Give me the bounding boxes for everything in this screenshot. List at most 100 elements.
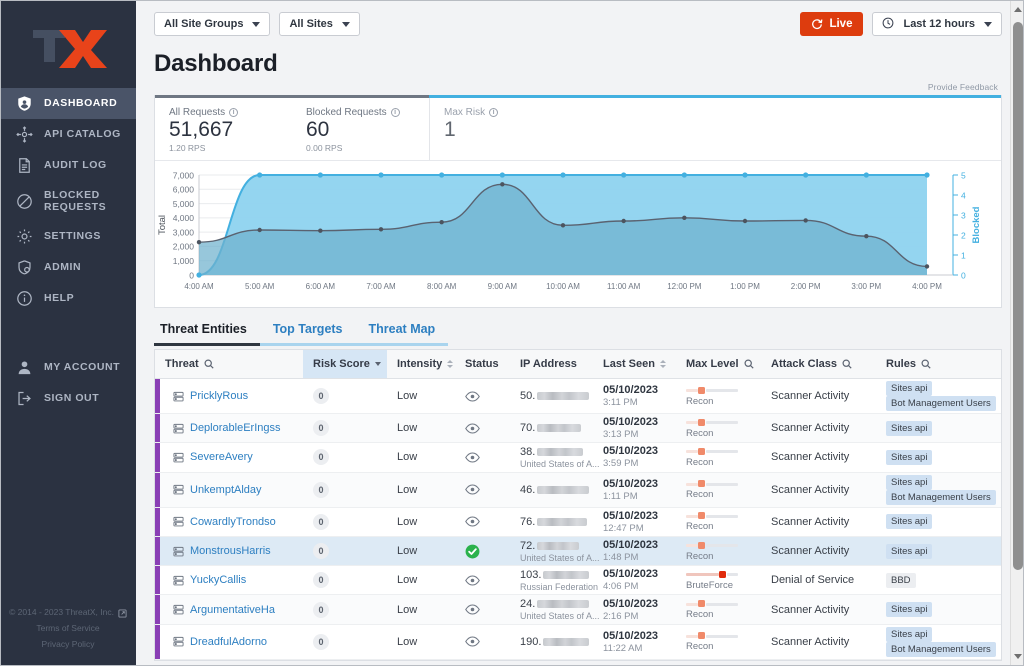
last-seen-date: 05/10/2023 bbox=[603, 630, 672, 642]
cell-status[interactable] bbox=[455, 536, 510, 565]
ip-country: United States of A... bbox=[520, 611, 589, 621]
provide-feedback-link[interactable]: Provide Feedback bbox=[136, 82, 1024, 95]
threat-name-link[interactable]: SevereAvery bbox=[190, 451, 253, 463]
rule-chip[interactable]: Sites api bbox=[886, 450, 932, 465]
threat-name-link[interactable]: ArgumentativeHa bbox=[190, 604, 275, 616]
table-row[interactable]: UnkemptAlday0Low46.05/10/20231:11 PMReco… bbox=[155, 472, 1001, 507]
scroll-down-icon[interactable] bbox=[1014, 654, 1022, 659]
last-seen-date: 05/10/2023 bbox=[603, 598, 672, 610]
sites-label: All Sites bbox=[289, 18, 332, 30]
cell-intensity: Low bbox=[387, 536, 455, 565]
main-area: All Site Groups All Sites Live bbox=[136, 0, 1024, 666]
search-icon[interactable] bbox=[921, 359, 931, 369]
sidebar-item-api-catalog[interactable]: API CATALOG bbox=[0, 119, 136, 150]
sidebar-item-dashboard[interactable]: DASHBOARD bbox=[0, 88, 136, 119]
vertical-scrollbar[interactable] bbox=[1010, 0, 1024, 666]
rule-chip[interactable]: Bot Management Users bbox=[886, 490, 996, 505]
sidebar-item-audit-log[interactable]: AUDIT LOG bbox=[0, 150, 136, 181]
sidebar-item-settings[interactable]: SETTINGS bbox=[0, 221, 136, 252]
table-row[interactable]: YuckyCallis0Low103.Russian Federation05/… bbox=[155, 566, 1001, 595]
logo[interactable] bbox=[0, 0, 136, 88]
external-link-icon[interactable] bbox=[118, 607, 127, 616]
rule-chip[interactable]: Sites api bbox=[886, 475, 932, 490]
rule-chip[interactable]: Sites api bbox=[886, 381, 932, 396]
sidebar-item-blocked-requests[interactable]: BLOCKED REQUESTS bbox=[0, 181, 136, 221]
rule-chip[interactable]: Sites api bbox=[886, 421, 932, 436]
cell-threat: CowardlyTrondso bbox=[155, 507, 303, 536]
terms-of-service-link[interactable]: Terms of Service bbox=[8, 620, 128, 636]
table-row[interactable]: CowardlyTrondso0Low76.05/10/202312:47 PM… bbox=[155, 507, 1001, 536]
cell-max-level: Recon bbox=[676, 536, 761, 565]
col-intensity[interactable]: Intensity bbox=[387, 350, 455, 379]
sidebar-item-sign-out[interactable]: SIGN OUT bbox=[0, 383, 136, 414]
rule-chip[interactable]: Sites api bbox=[886, 602, 932, 617]
scroll-up-icon[interactable] bbox=[1014, 7, 1022, 12]
cell-status[interactable] bbox=[455, 472, 510, 507]
rule-chip[interactable]: Bot Management Users bbox=[886, 642, 996, 657]
col-max-level[interactable]: Max Level bbox=[676, 350, 761, 379]
site-groups-dropdown[interactable]: All Site Groups bbox=[154, 12, 270, 36]
traffic-chart[interactable]: 01,0002,0003,0004,0005,0006,0007,0000123… bbox=[155, 161, 1001, 307]
metric-max-risk[interactable]: Max Risk i 1 bbox=[429, 98, 1001, 160]
threat-name-link[interactable]: CowardlyTrondso bbox=[190, 516, 276, 528]
time-range-dropdown[interactable]: Last 12 hours bbox=[872, 12, 1002, 36]
metric-blocked-requests[interactable]: Blocked Requests i 60 0.00 RPS bbox=[292, 98, 429, 160]
threat-name-link[interactable]: DeplorableErIngss bbox=[190, 422, 281, 434]
cell-attack-class: Scanner Activity bbox=[761, 414, 876, 443]
cell-intensity: Low bbox=[387, 472, 455, 507]
col-threat[interactable]: Threat bbox=[155, 350, 303, 379]
table-row[interactable]: ArgumentativeHa0Low24.United States of A… bbox=[155, 595, 1001, 624]
rule-chip[interactable]: Bot Management Users bbox=[886, 396, 996, 411]
rule-chip[interactable]: Sites api bbox=[886, 544, 932, 559]
info-icon[interactable]: i bbox=[391, 108, 400, 117]
threat-name-link[interactable]: YuckyCallis bbox=[190, 574, 246, 586]
threat-name-link[interactable]: PricklyRous bbox=[190, 390, 248, 402]
threat-name-link[interactable]: MonstrousHarris bbox=[190, 545, 271, 557]
col-ip-address[interactable]: IP Address bbox=[510, 350, 593, 379]
search-icon[interactable] bbox=[744, 359, 754, 369]
col-last-seen[interactable]: Last Seen bbox=[593, 350, 676, 379]
tab-top-targets[interactable]: Top Targets bbox=[260, 317, 356, 346]
sidebar-item-admin[interactable]: ADMIN bbox=[0, 252, 136, 283]
cell-status[interactable] bbox=[455, 595, 510, 624]
sidebar-item-help[interactable]: HELP bbox=[0, 283, 136, 314]
cell-status[interactable] bbox=[455, 566, 510, 595]
info-icon[interactable]: i bbox=[229, 108, 238, 117]
search-icon[interactable] bbox=[842, 359, 852, 369]
table-row[interactable]: DreadfulAdorno0Low190.05/10/202311:22 AM… bbox=[155, 624, 1001, 659]
threat-name-link[interactable]: DreadfulAdorno bbox=[190, 636, 267, 648]
cell-status[interactable] bbox=[455, 443, 510, 472]
sidebar-item-my-account[interactable]: MY ACCOUNT bbox=[0, 352, 136, 383]
rule-chip[interactable]: BBD bbox=[886, 573, 916, 588]
rule-chip[interactable]: Sites api bbox=[886, 514, 932, 529]
info-icon[interactable]: i bbox=[489, 108, 498, 117]
col-status[interactable]: Status bbox=[455, 350, 510, 379]
tab-threat-entities[interactable]: Threat Entities bbox=[154, 317, 260, 346]
privacy-policy-link[interactable]: Privacy Policy bbox=[8, 636, 128, 652]
cell-threat: MonstrousHarris bbox=[155, 536, 303, 565]
cell-status[interactable] bbox=[455, 379, 510, 414]
live-button[interactable]: Live bbox=[800, 12, 863, 36]
tab-threat-map[interactable]: Threat Map bbox=[356, 317, 449, 346]
cell-intensity: Low bbox=[387, 566, 455, 595]
cell-status[interactable] bbox=[455, 414, 510, 443]
cell-status[interactable] bbox=[455, 624, 510, 659]
svg-text:4,000: 4,000 bbox=[173, 213, 195, 223]
metric-all-requests[interactable]: All Requests i 51,667 1.20 RPS bbox=[155, 98, 292, 160]
rule-chip[interactable]: Sites api bbox=[886, 627, 932, 642]
cell-threat: DeplorableErIngss bbox=[155, 414, 303, 443]
table-row[interactable]: MonstrousHarris0Low72.United States of A… bbox=[155, 536, 1001, 565]
metrics-row: All Requests i 51,667 1.20 RPS Blocked R… bbox=[155, 98, 1001, 160]
table-row[interactable]: SevereAvery0Low38.United States of A...0… bbox=[155, 443, 1001, 472]
threat-name-link[interactable]: UnkemptAlday bbox=[190, 484, 262, 496]
search-icon[interactable] bbox=[204, 359, 214, 369]
col-attack-class[interactable]: Attack Class bbox=[761, 350, 876, 379]
scrollbar-thumb[interactable] bbox=[1013, 22, 1023, 570]
table-row[interactable]: PricklyRous0Low50.05/10/20233:11 PMRecon… bbox=[155, 379, 1001, 414]
col-rules[interactable]: Rules bbox=[876, 350, 1001, 379]
table-row[interactable]: DeplorableErIngss0Low70.05/10/20233:13 P… bbox=[155, 414, 1001, 443]
col-risk-score[interactable]: Risk Score bbox=[303, 350, 387, 379]
sites-dropdown[interactable]: All Sites bbox=[279, 12, 359, 36]
cell-status[interactable] bbox=[455, 507, 510, 536]
svg-text:7:00 AM: 7:00 AM bbox=[366, 282, 396, 291]
